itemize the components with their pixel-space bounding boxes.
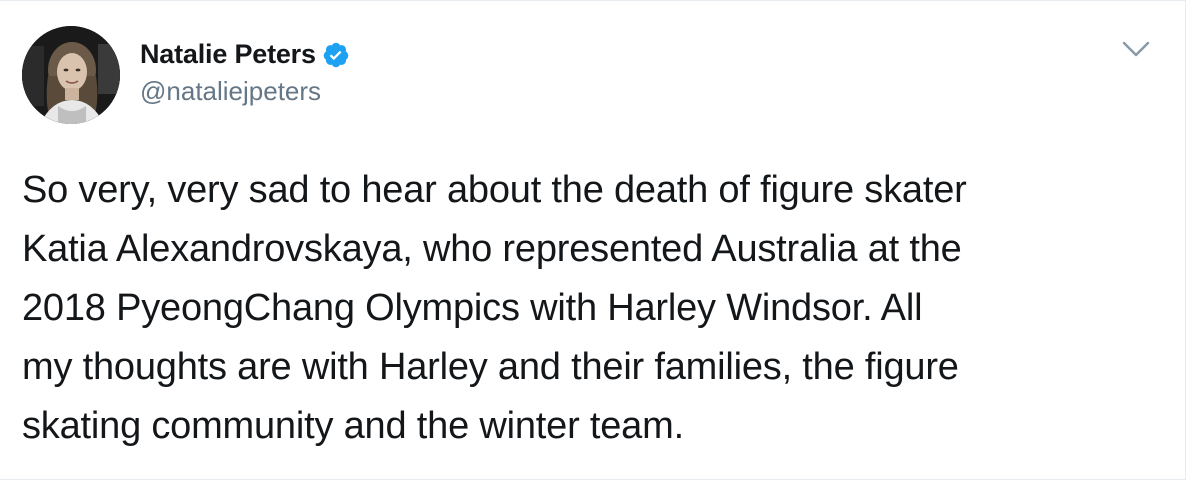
user-info: Natalie Peters @nataliejpeters xyxy=(140,36,350,107)
verified-badge-icon xyxy=(322,41,350,69)
tweet-card: Natalie Peters @nataliejpeters So very, … xyxy=(0,0,1186,480)
tweet-header: Natalie Peters @nataliejpeters xyxy=(22,25,350,125)
user-handle[interactable]: @nataliejpeters xyxy=(140,76,350,107)
chevron-down-icon[interactable] xyxy=(1121,39,1151,61)
tweet-text: So very, very sad to hear about the deat… xyxy=(22,169,967,447)
name-row: Natalie Peters xyxy=(140,36,350,74)
avatar-image xyxy=(22,26,120,124)
display-name[interactable]: Natalie Peters xyxy=(140,39,316,70)
avatar[interactable] xyxy=(22,26,120,124)
